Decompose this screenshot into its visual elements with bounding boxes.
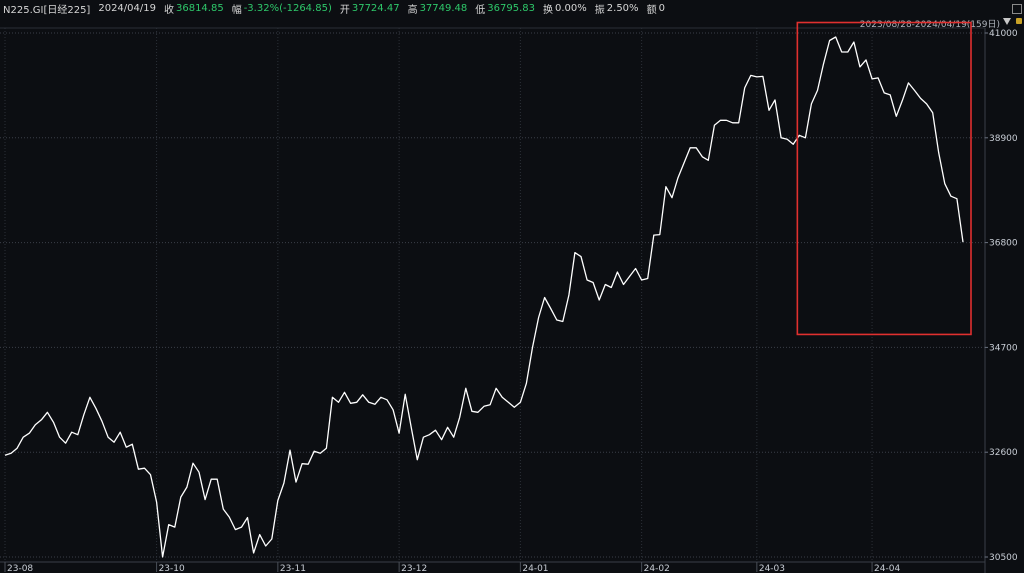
x-tick-label: 24-02 [644,564,670,573]
x-tick-label: 23-08 [7,564,33,573]
y-tick-label: 30500 [989,553,1018,563]
y-tick-label: 38900 [989,134,1018,144]
chart-axes [0,27,986,573]
highlight-layer [796,21,972,336]
y-tick-label: 41000 [989,29,1018,39]
highlight-box [796,21,972,336]
series-layer [4,36,964,558]
x-tick-label: 24-03 [759,564,785,573]
x-tick-label: 23-10 [159,564,185,573]
y-tick-label: 36800 [989,239,1018,249]
price-line [4,36,964,558]
x-tick-label: 23-11 [280,564,306,573]
x-tick-label: 24-04 [874,564,900,573]
x-tick-label: 23-12 [401,564,427,573]
y-tick-label: 34700 [989,343,1018,353]
chart-grid [0,28,985,562]
price-chart: 30500 32600 34700 36800 38900 41000 23-08 23-1… [0,21,1018,573]
x-axis-ticks: 23-08 23-10 23-11 23-12 24-01 24-02 24-03 24-04 [4,562,900,573]
y-tick-label: 32600 [989,448,1018,458]
x-tick-label: 24-01 [522,564,548,573]
y-axis-ticks: 30500 32600 34700 36800 38900 41000 [985,29,1018,563]
